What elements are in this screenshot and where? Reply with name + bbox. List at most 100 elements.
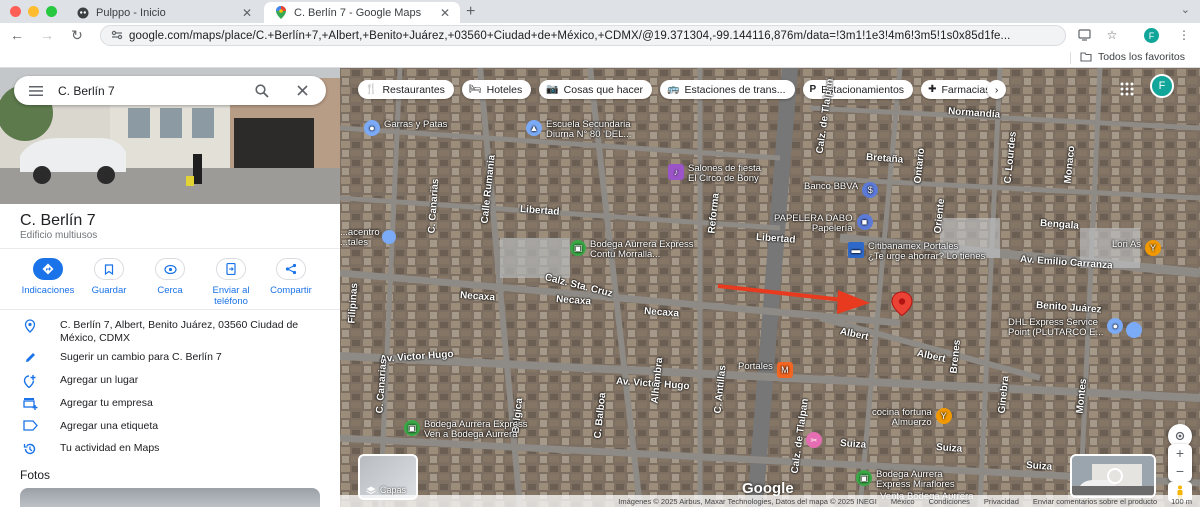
poi-marker[interactable]: ● DHL Express Service Point (PLUTARCO E... <box>1008 318 1124 338</box>
street-view-thumbnail[interactable] <box>1070 454 1156 498</box>
chip-transit[interactable]: 🚌 Estaciones de trans... <box>660 80 795 99</box>
poi-marker[interactable]: ▲ Escuela Secundaria Diurna N° 80 'DEL... <box>526 120 631 140</box>
tab-close-icon[interactable]: ✕ <box>242 6 252 20</box>
poi-marker[interactable]: ▣ Bodega Aurrera Express Ven a Bodega Aurr… <box>404 420 528 440</box>
forward-button[interactable]: → <box>38 26 56 44</box>
share-button[interactable]: Compartir <box>261 258 321 296</box>
salon-icon[interactable]: ✂ <box>806 432 822 448</box>
poi-dot-icon[interactable] <box>382 230 396 244</box>
bookmark-star-icon[interactable]: ☆ <box>1104 27 1120 43</box>
close-icon[interactable] <box>282 76 322 105</box>
window-maximize-button[interactable] <box>46 6 57 17</box>
directions-icon <box>33 258 63 280</box>
scale-bar[interactable]: 100 m <box>1171 497 1192 506</box>
profile-avatar[interactable]: F <box>1144 28 1159 43</box>
add-label-row[interactable]: Agregar una etiqueta <box>0 420 340 433</box>
bookmarks-separator <box>1070 52 1071 64</box>
restaurant-icon: Y <box>935 408 952 424</box>
window-close-button[interactable] <box>10 6 21 17</box>
zoom-in-button[interactable]: + <box>1168 444 1192 462</box>
poi-marker[interactable]: ▣ Bodega Aurrera Express Contu Morralla... <box>570 240 694 260</box>
poi-marker[interactable]: $ Banco BBVA <box>804 182 879 198</box>
chip-pharmacies[interactable]: ✚ Farmacias <box>921 80 994 99</box>
poi-marker[interactable]: M Portales <box>738 362 793 378</box>
poi-marker[interactable]: ♪ Salones de fiesta El Circo de Bony <box>668 164 761 184</box>
privacy-link[interactable]: Privacidad <box>984 497 1019 506</box>
install-app-icon[interactable] <box>1076 27 1092 43</box>
poi-dot-icon[interactable] <box>1126 322 1142 338</box>
nearby-button[interactable]: Cerca <box>140 258 200 296</box>
google-apps-icon[interactable] <box>1120 82 1134 99</box>
poi-subtitle: Express Miraflores <box>876 479 955 490</box>
zoom-out-button[interactable]: − <box>1168 462 1192 480</box>
action-label: Enviar al teléfono <box>212 285 250 307</box>
address-bar[interactable]: google.com/maps/place/C.+Berlín+7,+Alber… <box>100 25 1066 46</box>
street-label: Necaxa <box>643 306 680 320</box>
chips-next-button[interactable]: › <box>987 80 1007 99</box>
chip-label: Farmacias <box>941 83 991 96</box>
poi-marker[interactable]: Y Lori As <box>1112 240 1162 256</box>
activity-text: Tu actividad en Maps <box>60 442 160 454</box>
chip-things-to-do[interactable]: 📷 Cosas que hacer <box>539 80 653 99</box>
directions-button[interactable]: Indicaciones <box>18 258 78 296</box>
event-venue-icon: ♪ <box>668 164 684 180</box>
tab-close-icon[interactable]: ✕ <box>440 6 450 20</box>
send-to-phone-button[interactable]: Enviar al teléfono <box>201 258 261 307</box>
add-place-row[interactable]: Agregar un lugar <box>0 374 340 388</box>
browser-tab-maps[interactable]: C. Berlín 7 - Google Maps ✕ <box>264 2 460 23</box>
tab-title: Pulppo - Inicio <box>96 6 166 19</box>
chip-hotels[interactable]: 🛏 Hoteles <box>461 80 532 99</box>
transit-icon: 🚌 <box>667 84 680 95</box>
category-chips: 🍴 Restaurantes 🛏 Hoteles 📷 Cosas que hacer … <box>358 80 1014 99</box>
place-hero-photo[interactable] <box>0 68 340 204</box>
share-icon <box>276 258 306 280</box>
poi-marker[interactable]: ■ PAPELERA DABO Papelería <box>774 214 873 234</box>
poi-marker[interactable]: Ycocina fortuna Almuerzo <box>872 408 952 428</box>
back-button[interactable]: ← <box>8 26 26 44</box>
feedback-link[interactable]: Enviar comentarios sobre el producto <box>1033 497 1157 506</box>
add-business-text: Agregar tu empresa <box>60 397 153 409</box>
new-tab-button[interactable]: + <box>466 3 475 21</box>
place-title: C. Berlín 7 <box>20 212 96 229</box>
add-business-row[interactable]: Agregar tu empresa <box>0 397 340 410</box>
tab-search-chevron-icon[interactable]: ⌄ <box>1181 3 1190 16</box>
folder-icon <box>1080 52 1092 62</box>
poi-subtitle: Contu Morralla... <box>590 249 661 260</box>
label-icon <box>0 420 60 431</box>
add-business-icon <box>0 397 60 410</box>
poi-marker[interactable]: ...acentro ...tales <box>340 228 380 248</box>
browser-menu-icon[interactable]: ⋮ <box>1176 27 1192 43</box>
chip-restaurants[interactable]: 🍴 Restaurantes <box>358 80 454 99</box>
search-input[interactable] <box>58 83 242 98</box>
browser-tab-pulppo[interactable]: Pulppo - Inicio ✕ <box>66 2 262 23</box>
country-link[interactable]: México <box>891 497 915 506</box>
reload-button[interactable]: ↻ <box>68 26 86 44</box>
layers-button[interactable]: Capas <box>358 454 418 500</box>
poi-subtitle: ...tales <box>340 237 368 248</box>
street-label: Suiza <box>935 442 963 455</box>
place-category: Edificio multiusos <box>20 230 98 241</box>
poi-marker[interactable]: ● Garras y Patas <box>364 120 447 136</box>
poi-marker[interactable]: ▣ Bodega Aurrera Express Miraflores <box>856 470 955 490</box>
address-row[interactable]: C. Berlín 7, Albert, Benito Juárez, 0356… <box>0 319 340 345</box>
hamburger-menu-icon[interactable] <box>14 85 58 96</box>
window-minimize-button[interactable] <box>28 6 39 17</box>
shop-icon: ■ <box>856 214 873 230</box>
place-actions: Indicaciones Guardar Cerca Enviar al tel… <box>0 254 340 314</box>
poi-marker[interactable]: ▬ Citibanamex Portales ¿Te urge ahorrar? L… <box>848 242 985 262</box>
suggest-edit-row[interactable]: Sugerir un cambio para C. Berlín 7 <box>0 351 340 364</box>
poi-subtitle: Point (PLUTARCO E... <box>1008 327 1104 338</box>
all-bookmarks-button[interactable]: Todos los favoritos <box>1080 51 1185 63</box>
account-avatar[interactable]: F <box>1150 74 1174 98</box>
photo-thumbnail[interactable] <box>20 488 320 507</box>
site-info-icon[interactable] <box>111 29 123 43</box>
chip-parking[interactable]: P Estacionamientos <box>802 80 914 99</box>
atm-icon: ▬ <box>848 242 864 258</box>
terms-link[interactable]: Condiciones <box>929 497 970 506</box>
search-icon[interactable] <box>242 76 282 105</box>
satellite-map[interactable]: 🍴 Restaurantes 🛏 Hoteles 📷 Cosas que hacer … <box>340 68 1200 507</box>
poi-subtitle: ¿Te urge ahorrar? Lo tienes <box>868 251 986 262</box>
activity-row[interactable]: Tu actividad en Maps <box>0 442 340 456</box>
save-button[interactable]: Guardar <box>79 258 139 296</box>
action-label: Cerca <box>157 285 183 296</box>
